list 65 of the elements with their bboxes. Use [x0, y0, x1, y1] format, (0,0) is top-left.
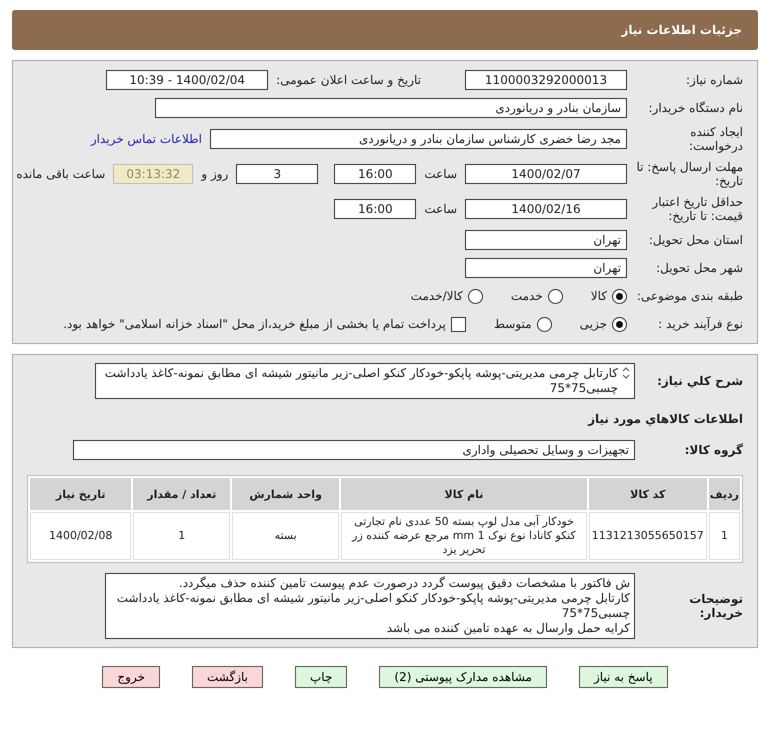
- table-cell: خودکار آبی مدل لوپ بسته 50 عددی نام تجارتی کنکو کانادا نوع نوک 1 mm مرجع عرضه کننده زر تحریر یزد: [341, 512, 587, 560]
- field-label: شماره نیاز:: [685, 72, 743, 88]
- time-field: 16:00: [334, 164, 416, 184]
- table-cell: 1131213055650157: [588, 512, 707, 560]
- radio-icon[interactable]: [612, 316, 627, 332]
- field-label: نام دستگاه خریدار:: [648, 100, 743, 116]
- action-button[interactable]: خروج: [102, 666, 160, 688]
- field-label: ساعت: [424, 202, 457, 216]
- field-label: طبقه بندی موضوعی:: [636, 289, 743, 304]
- field-label: توضیحات خریدار:: [688, 592, 743, 620]
- date-field: 1400/02/16: [465, 198, 627, 219]
- field-label: ایجاد کننده درخواست:: [688, 125, 743, 154]
- radio-icon[interactable]: [536, 316, 552, 332]
- action-button[interactable]: چاپ: [295, 666, 348, 688]
- action-button[interactable]: پاسخ به نیاز: [578, 666, 668, 688]
- radio-option[interactable]: کالا: [590, 288, 627, 304]
- scroll-arrows-icon: [622, 366, 630, 380]
- time-field: 16:00: [334, 198, 416, 219]
- page-title: جزئیات اطلاعات نیاز: [12, 10, 758, 50]
- field-label: ساعت: [424, 167, 457, 182]
- date-field: 1400/02/07: [465, 164, 627, 184]
- action-button[interactable]: بازگشت: [192, 666, 263, 688]
- buyer-notes-field: ش فاکتور با مشخصات دقیق پیوست گردد درصورت عدم پیوست تامین کننده حذف میگردد. کارتابل چرمی مدیریتی-پوشه پاپکو-خودکار کنکو اصلی-زیر مانیتور شیشه ای مطابق نمونه-کاغذ یادداشت چسبی75*75 کرایه حمل وارسال به عهده تامین کننده می باشد: [105, 572, 635, 639]
- radio-option[interactable]: جزیی: [580, 316, 627, 332]
- announce-date-field: 1400/02/04 - 10:39: [106, 70, 268, 90]
- field-label: نوع فرآیند خرید :: [657, 317, 743, 332]
- need-number-field: 1100003292000013: [465, 70, 627, 90]
- section-title: اطلاعات کالاهاي مورد نياز: [588, 411, 743, 426]
- radio-icon[interactable]: [548, 288, 563, 304]
- province-field: تهران: [465, 230, 627, 250]
- table-cell: 1: [133, 512, 230, 560]
- buyer-field: سازمان بنادر و دریانوردی: [155, 98, 627, 118]
- city-field: تهران: [465, 258, 627, 278]
- field-label: ساعت باقی مانده: [16, 167, 106, 182]
- column-header: کد کالا: [588, 478, 707, 510]
- field-label: تاریخ و ساعت اعلان عمومی:: [276, 73, 421, 87]
- table-cell: 1: [708, 512, 740, 560]
- field-label: گروه کالا:: [684, 443, 743, 458]
- checkbox-icon[interactable]: [450, 316, 466, 332]
- field-label: شهر محل تحویل:: [655, 261, 743, 276]
- radio-option[interactable]: متوسط: [494, 316, 552, 332]
- field-label: استان محل تحویل:: [648, 233, 743, 248]
- column-header: تعداد / مقدار: [133, 478, 230, 510]
- action-button[interactable]: مشاهده مدارک پیوستی (2): [379, 666, 547, 688]
- payment-checkbox[interactable]: پرداخت تمام یا بخشی از مبلغ خرید،از محل "اسناد خزانه اسلامی" خواهد بود.: [63, 316, 466, 332]
- creator-field: مجد رضا خضری کارشناس سازمان بنادر و دریانوردی: [210, 129, 627, 150]
- field-label: مهلت ارسال پاسخ: تا تاریخ:: [635, 160, 743, 189]
- radio-icon[interactable]: [468, 288, 483, 304]
- column-header: نام کالا: [341, 478, 587, 510]
- table-cell: 1400/02/08: [30, 512, 132, 560]
- column-header: تاریخ نیاز: [30, 478, 132, 510]
- column-header: واحد شمارش: [232, 478, 340, 510]
- summary-field: کارتابل چرمی مدیریتی-پوشه پاپکو-خودکار کنکو اصلی-زیر مانیتور شیشه ای مطابق نمونه-کاغذ یادداشت چسبی75*75: [95, 363, 635, 400]
- days-field: 3: [236, 164, 318, 184]
- radio-icon[interactable]: [612, 288, 627, 304]
- radio-option[interactable]: کالا/خدمت: [410, 288, 483, 304]
- field-label: حداقل تاریخ اعتبار قیمت: تا تاریخ:: [650, 194, 743, 224]
- group-field: تجهیزات و وسایل تحصیلی واداری: [73, 440, 635, 460]
- field-label: شرح کلي نياز:: [656, 374, 743, 388]
- table-cell: بسته: [232, 512, 340, 560]
- contact-link[interactable]: اطلاعات تماس خریدار: [90, 132, 202, 146]
- remaining-time-field: 03:13:32: [113, 164, 194, 184]
- radio-option[interactable]: خدمت: [510, 288, 563, 304]
- column-header: ردیف: [708, 478, 740, 510]
- field-label: روز و: [201, 167, 228, 182]
